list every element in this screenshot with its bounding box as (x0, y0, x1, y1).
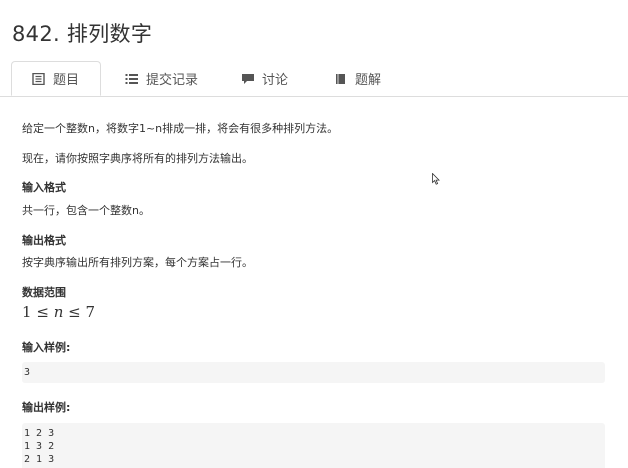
range-upper: 7 (85, 303, 96, 321)
sample-output-code: 1 2 3 1 3 2 2 1 3 (22, 423, 605, 468)
tab-problem-label: 题目 (53, 73, 80, 88)
problem-page: 842. 排列数字 题目 提交记录 讨论 题解 给定一个整数n，将数字1~n排成… (0, 0, 628, 468)
range-op-1: ≤ (36, 303, 49, 321)
tab-solutions-label: 题解 (355, 73, 382, 88)
tab-bar: 题目 提交记录 讨论 题解 (0, 61, 628, 97)
tab-solutions[interactable]: 题解 (334, 62, 381, 95)
description-line-2: 现在，请你按照字典序将所有的排列方法输出。 (22, 152, 253, 165)
tab-discussion-label: 讨论 (262, 73, 289, 88)
sample-output-line: 1 3 2 (24, 441, 55, 452)
sample-input-line: 3 (24, 367, 31, 378)
input-format-heading: 输入格式 (22, 181, 66, 194)
tab-submissions[interactable]: 提交记录 (125, 62, 198, 95)
sample-output-heading: 输出样例: (22, 401, 71, 414)
tab-problem[interactable]: 题目 (11, 61, 101, 96)
data-range-heading: 数据范围 (22, 286, 66, 299)
mouse-pointer-icon (432, 170, 440, 185)
sample-output-line: 1 2 3 (24, 428, 55, 439)
input-format-text: 共一行，包含一个整数n。 (22, 204, 150, 217)
comment-icon (241, 73, 255, 85)
range-lower: 1 (22, 303, 32, 321)
tab-submissions-label: 提交记录 (146, 73, 199, 88)
document-icon (32, 72, 46, 85)
problem-title: 842. 排列数字 (12, 22, 153, 46)
sample-output-line: 2 1 3 (24, 454, 55, 465)
list-icon (125, 73, 139, 85)
output-format-heading: 输出格式 (22, 234, 66, 247)
book-icon (334, 73, 348, 85)
tab-discussion[interactable]: 讨论 (241, 62, 288, 95)
range-variable: n (53, 303, 64, 321)
range-op-2: ≤ (68, 303, 81, 321)
sample-input-heading: 输入样例: (22, 341, 71, 354)
sample-input-code: 3 (22, 362, 605, 383)
data-range-formula: 1 ≤ n ≤ 7 (22, 303, 95, 321)
output-format-text: 按字典序输出所有排列方案，每个方案占一行。 (22, 256, 253, 269)
description-line-1: 给定一个整数n，将数字1~n排成一排，将会有很多种排列方法。 (22, 122, 339, 135)
